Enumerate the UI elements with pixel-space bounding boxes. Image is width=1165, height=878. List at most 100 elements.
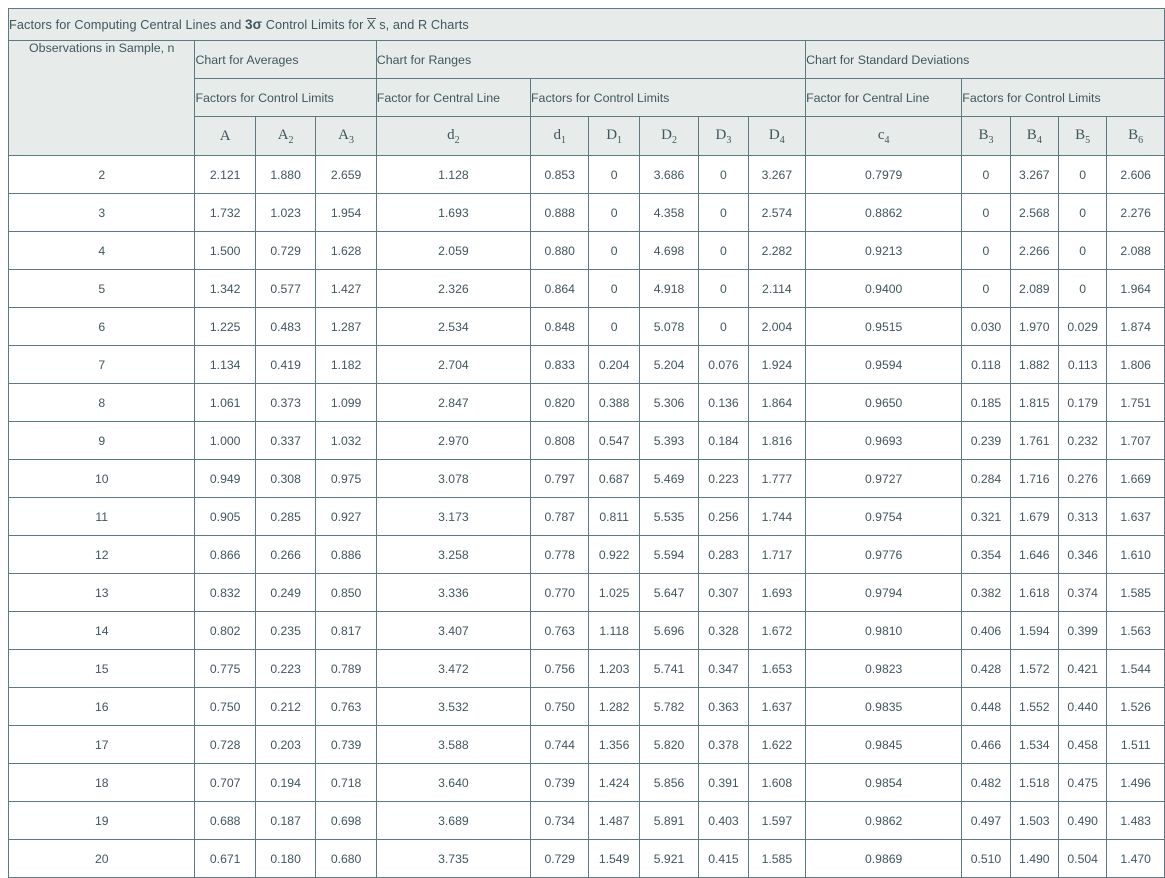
cell-B3: 0.118 xyxy=(961,345,1011,384)
cell-c4: 0.9515 xyxy=(805,307,963,346)
cell-A3: 0.789 xyxy=(315,649,377,688)
cell-B5: 0.475 xyxy=(1057,763,1108,802)
cell-B4: 1.716 xyxy=(1009,459,1059,498)
table-row: 15 0.775 0.223 0.789 3.472 0.756 1.203 5.741 0.3… xyxy=(7,649,1165,688)
cell-D3: 0.391 xyxy=(698,763,749,802)
cell-D3: 0.363 xyxy=(698,687,749,726)
header-subgroup-2: Factors for Control Limits xyxy=(529,78,807,117)
cell-B3: 0.382 xyxy=(961,573,1011,612)
cell-D3: 0.256 xyxy=(698,497,749,536)
cell-D1: 1.356 xyxy=(588,725,640,764)
header-group-0: Chart for Averages xyxy=(194,40,377,79)
cell-A3: 0.763 xyxy=(315,687,377,726)
cell-D2: 5.647 xyxy=(638,573,700,612)
cell-B5: 0 xyxy=(1057,269,1108,308)
cell-D4: 1.637 xyxy=(747,687,807,726)
cell-D2: 5.594 xyxy=(638,535,700,574)
cell-D2: 5.469 xyxy=(638,459,700,498)
cell-D3: 0.136 xyxy=(698,383,749,422)
cell-A: 0.671 xyxy=(194,839,256,878)
column-header-D3: D3 xyxy=(698,116,749,156)
header-subgroup-1: Factor for Central Line xyxy=(375,78,531,117)
cell-c4: 0.8862 xyxy=(805,193,963,232)
cell-D1: 0 xyxy=(588,307,640,346)
cell-A: 0.728 xyxy=(194,725,256,764)
cell-d2: 1.693 xyxy=(375,193,531,232)
cell-B4: 1.970 xyxy=(1009,307,1059,346)
cell-B5: 0.458 xyxy=(1057,725,1108,764)
cell-A2: 0.483 xyxy=(254,307,317,346)
cell-A3: 0.698 xyxy=(315,801,377,840)
column-header-B5: B5 xyxy=(1057,116,1108,156)
cell-D3: 0.378 xyxy=(698,725,749,764)
cell-n: 19 xyxy=(7,801,196,840)
cell-A3: 0.817 xyxy=(315,611,377,650)
table-row: 10 0.949 0.308 0.975 3.078 0.797 0.687 5.469 0.2… xyxy=(7,459,1165,498)
header-subgroup-4: Factors for Control Limits xyxy=(961,78,1165,117)
table-row: 13 0.832 0.249 0.850 3.336 0.770 1.025 5.647 0.3… xyxy=(7,573,1165,612)
cell-d2: 3.173 xyxy=(375,497,531,536)
cell-d2: 2.970 xyxy=(375,421,531,460)
cell-D1: 0 xyxy=(588,269,640,308)
cell-d2: 3.078 xyxy=(375,459,531,498)
cell-A2: 1.880 xyxy=(254,155,317,194)
cell-B5: 0 xyxy=(1057,155,1108,194)
cell-B6: 1.806 xyxy=(1106,345,1165,384)
cell-D1: 0.204 xyxy=(588,345,640,384)
cell-A3: 1.287 xyxy=(315,307,377,346)
cell-A: 0.775 xyxy=(194,649,256,688)
cell-B3: 0.406 xyxy=(961,611,1011,650)
cell-A: 1.061 xyxy=(194,383,256,422)
cell-D3: 0.415 xyxy=(698,839,749,878)
cell-n: 3 xyxy=(7,193,196,232)
cell-D4: 1.717 xyxy=(747,535,807,574)
cell-A2: 0.203 xyxy=(254,725,317,764)
cell-D1: 1.118 xyxy=(588,611,640,650)
cell-A3: 0.739 xyxy=(315,725,377,764)
cell-A3: 0.975 xyxy=(315,459,377,498)
cell-D2: 5.741 xyxy=(638,649,700,688)
cell-n: 7 xyxy=(7,345,196,384)
cell-B5: 0.374 xyxy=(1057,573,1108,612)
cell-B4: 1.490 xyxy=(1009,839,1059,878)
cell-d2: 2.847 xyxy=(375,383,531,422)
cell-d1: 0.833 xyxy=(529,345,590,384)
column-header-A3: A3 xyxy=(315,116,377,156)
cell-B4: 1.594 xyxy=(1009,611,1059,650)
title-suffix: s, and R Charts xyxy=(375,17,469,32)
table-body: 2 2.121 1.880 2.659 1.128 0.853 0 3.686 0 3.267 0.… xyxy=(7,155,1165,878)
cell-n: 8 xyxy=(7,383,196,422)
cell-B4: 1.761 xyxy=(1009,421,1059,460)
cell-B5: 0 xyxy=(1057,193,1108,232)
cell-A2: 0.419 xyxy=(254,345,317,384)
cell-B3: 0.030 xyxy=(961,307,1011,346)
cell-c4: 0.9869 xyxy=(805,839,963,878)
cell-A: 1.134 xyxy=(194,345,256,384)
column-header-D4: D4 xyxy=(747,116,807,156)
cell-c4: 0.9594 xyxy=(805,345,963,384)
cell-B6: 1.669 xyxy=(1106,459,1165,498)
cell-B4: 2.266 xyxy=(1009,231,1059,270)
cell-D3: 0.223 xyxy=(698,459,749,498)
cell-B4: 3.267 xyxy=(1009,155,1059,194)
cell-A2: 0.266 xyxy=(254,535,317,574)
table-row: 20 0.671 0.180 0.680 3.735 0.729 1.549 5.921 0.4… xyxy=(7,839,1165,878)
cell-B3: 0.284 xyxy=(961,459,1011,498)
cell-D2: 4.698 xyxy=(638,231,700,270)
cell-A2: 0.285 xyxy=(254,497,317,536)
cell-B5: 0.113 xyxy=(1057,345,1108,384)
cell-n: 4 xyxy=(7,231,196,270)
cell-B3: 0 xyxy=(961,155,1011,194)
title-prefix: Factors for Computing Central Lines and xyxy=(9,17,246,32)
cell-B4: 2.568 xyxy=(1009,193,1059,232)
cell-D3: 0.283 xyxy=(698,535,749,574)
cell-A: 0.866 xyxy=(194,535,256,574)
cell-B5: 0.504 xyxy=(1057,839,1108,878)
cell-n: 9 xyxy=(7,421,196,460)
cell-D4: 1.693 xyxy=(747,573,807,612)
cell-d1: 0.734 xyxy=(529,801,590,840)
cell-B3: 0.239 xyxy=(961,421,1011,460)
column-header-d1: d1 xyxy=(529,116,590,156)
cell-c4: 0.7979 xyxy=(805,155,963,194)
cell-d2: 3.336 xyxy=(375,573,531,612)
